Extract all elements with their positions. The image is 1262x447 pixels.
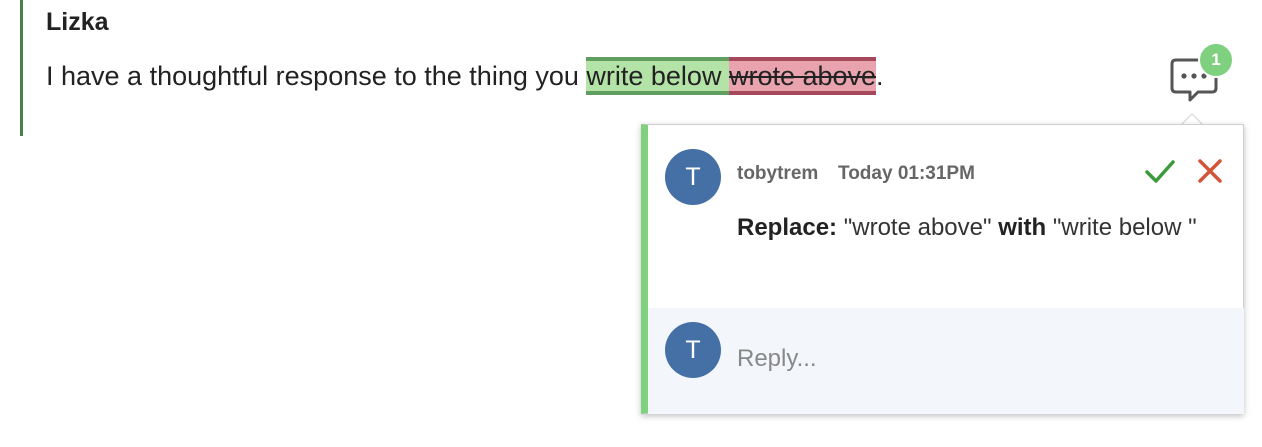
- comment-username[interactable]: tobytrem: [737, 163, 818, 185]
- quote-text-before: I have a thoughtful response to the thin…: [46, 61, 587, 91]
- checkmark-icon: [1145, 160, 1175, 183]
- close-icon: [1198, 159, 1222, 183]
- comment-popup: T tobytrem Today 01:31PM Replace: "wrote…: [641, 124, 1244, 414]
- comment-count-badge: 1: [1198, 42, 1234, 78]
- quote-body: I have a thoughtful response to the thin…: [46, 54, 936, 98]
- comment-body: Replace: "wrote above" with "write below…: [737, 209, 1237, 247]
- new-text: "write below ": [1052, 214, 1197, 241]
- page: Lizka I have a thoughtful response to th…: [0, 0, 1262, 447]
- with-label: with: [998, 214, 1047, 241]
- avatar[interactable]: T: [665, 149, 721, 205]
- quote-author: Lizka: [46, 8, 109, 36]
- suggested-deletion[interactable]: wrote above: [728, 57, 877, 95]
- blockquote-bar: [20, 0, 23, 136]
- reply-avatar: T: [665, 322, 721, 378]
- suggested-insertion[interactable]: write below: [586, 57, 729, 95]
- reply-input[interactable]: [737, 341, 1217, 377]
- replace-label: Replace:: [737, 214, 838, 241]
- accept-button[interactable]: [1142, 153, 1178, 189]
- old-text: "wrote above": [843, 214, 992, 241]
- quote-text-after: .: [876, 61, 884, 91]
- reject-button[interactable]: [1192, 153, 1228, 189]
- comment-timestamp: Today 01:31PM: [838, 163, 975, 184]
